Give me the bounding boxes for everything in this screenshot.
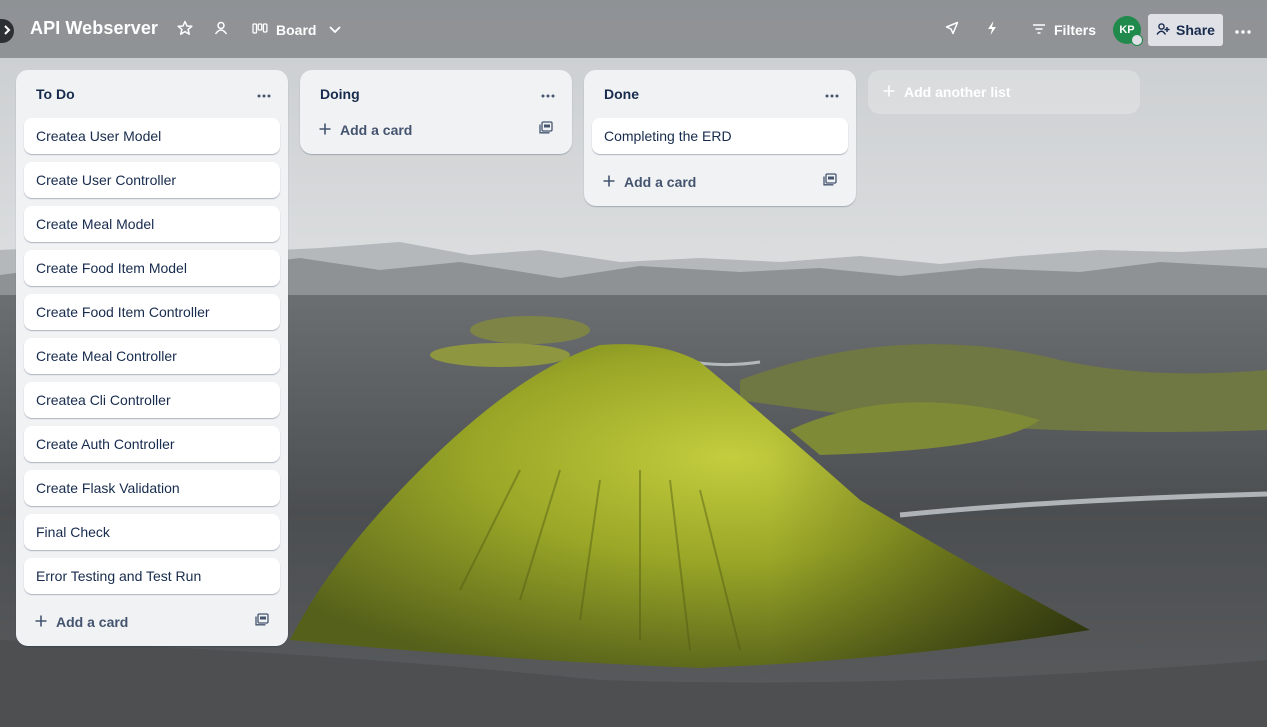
card-template-icon xyxy=(255,613,269,631)
card[interactable]: Final Check xyxy=(24,514,280,550)
card-list: Createa User Model Create User Controlle… xyxy=(16,118,288,594)
board-menu-button[interactable] xyxy=(1230,18,1256,42)
visibility-button[interactable] xyxy=(209,18,233,42)
chevron-right-icon xyxy=(3,22,11,40)
share-label: Share xyxy=(1176,22,1215,38)
rocket-icon xyxy=(944,20,960,41)
ellipsis-icon xyxy=(257,85,271,103)
lightning-icon xyxy=(985,20,999,41)
board-view-switcher[interactable]: Board xyxy=(246,16,348,44)
ellipsis-icon xyxy=(541,85,555,103)
filters-label: Filters xyxy=(1054,22,1097,38)
plus-icon xyxy=(34,614,48,631)
list-doing: Doing Add a card xyxy=(300,70,572,154)
add-card-button[interactable]: Add a card xyxy=(602,174,820,191)
add-card-label: Add a card xyxy=(56,614,129,630)
card[interactable]: Create Flask Validation xyxy=(24,470,280,506)
add-card-row: Add a card xyxy=(300,110,572,150)
card[interactable]: Completing the ERD xyxy=(592,118,848,154)
filters-button[interactable]: Filters xyxy=(1024,16,1104,44)
list-header: To Do xyxy=(16,70,288,118)
create-from-template-button[interactable] xyxy=(536,120,556,140)
card-template-icon xyxy=(823,173,837,191)
list-menu-button[interactable] xyxy=(816,78,848,110)
add-card-label: Add a card xyxy=(624,174,697,190)
expand-sidebar-button[interactable] xyxy=(0,19,14,43)
plus-icon xyxy=(602,174,616,191)
view-label: Board xyxy=(276,22,317,38)
add-card-row: Add a card xyxy=(16,602,288,642)
card[interactable]: Create Food Item Model xyxy=(24,250,280,286)
board-title[interactable]: API Webserver xyxy=(30,18,158,39)
avatar-initials: KP xyxy=(1119,24,1135,36)
list-menu-button[interactable] xyxy=(532,78,564,110)
automation-button[interactable] xyxy=(980,18,1004,42)
create-from-template-button[interactable] xyxy=(252,612,272,632)
add-person-icon xyxy=(1156,22,1170,39)
board-view-icon xyxy=(252,22,268,39)
member-avatar[interactable]: KP xyxy=(1113,16,1143,46)
filter-icon xyxy=(1032,22,1046,38)
card[interactable]: Create Meal Controller xyxy=(24,338,280,374)
plus-icon xyxy=(882,84,896,101)
plus-icon xyxy=(318,122,332,139)
add-card-label: Add a card xyxy=(340,122,413,138)
star-button[interactable] xyxy=(173,18,197,42)
add-list-label: Add another list xyxy=(904,84,1011,100)
add-card-row: Add a card xyxy=(584,162,856,202)
add-list-button[interactable]: Add another list xyxy=(868,70,1140,114)
admin-badge-icon xyxy=(1131,34,1143,46)
list-to-do: To Do Createa User Model Create User Con… xyxy=(16,70,288,646)
add-card-button[interactable]: Add a card xyxy=(34,614,252,631)
list-menu-button[interactable] xyxy=(248,78,280,110)
list-title[interactable]: Doing xyxy=(320,86,532,102)
list-title[interactable]: To Do xyxy=(36,86,248,102)
add-card-button[interactable]: Add a card xyxy=(318,122,536,139)
people-icon xyxy=(213,20,229,41)
chevron-down-icon xyxy=(328,22,342,38)
card-list: Completing the ERD xyxy=(584,118,856,154)
card[interactable]: Create Food Item Controller xyxy=(24,294,280,330)
card[interactable]: Create Auth Controller xyxy=(24,426,280,462)
create-from-template-button[interactable] xyxy=(820,172,840,192)
card[interactable]: Createa Cli Controller xyxy=(24,382,280,418)
card-template-icon xyxy=(539,121,553,139)
ellipsis-icon xyxy=(1235,21,1251,39)
card[interactable]: Createa User Model xyxy=(24,118,280,154)
board-header: API Webserver Board Filters KP Share xyxy=(0,0,1267,58)
list-title[interactable]: Done xyxy=(604,86,816,102)
list-done: Done Completing the ERD Add a card xyxy=(584,70,856,206)
star-icon xyxy=(177,20,193,41)
list-header: Done xyxy=(584,70,856,118)
card[interactable]: Create Meal Model xyxy=(24,206,280,242)
card[interactable]: Create User Controller xyxy=(24,162,280,198)
ellipsis-icon xyxy=(825,85,839,103)
power-ups-button[interactable] xyxy=(940,18,964,42)
card[interactable]: Error Testing and Test Run xyxy=(24,558,280,594)
share-button[interactable]: Share xyxy=(1148,14,1223,46)
